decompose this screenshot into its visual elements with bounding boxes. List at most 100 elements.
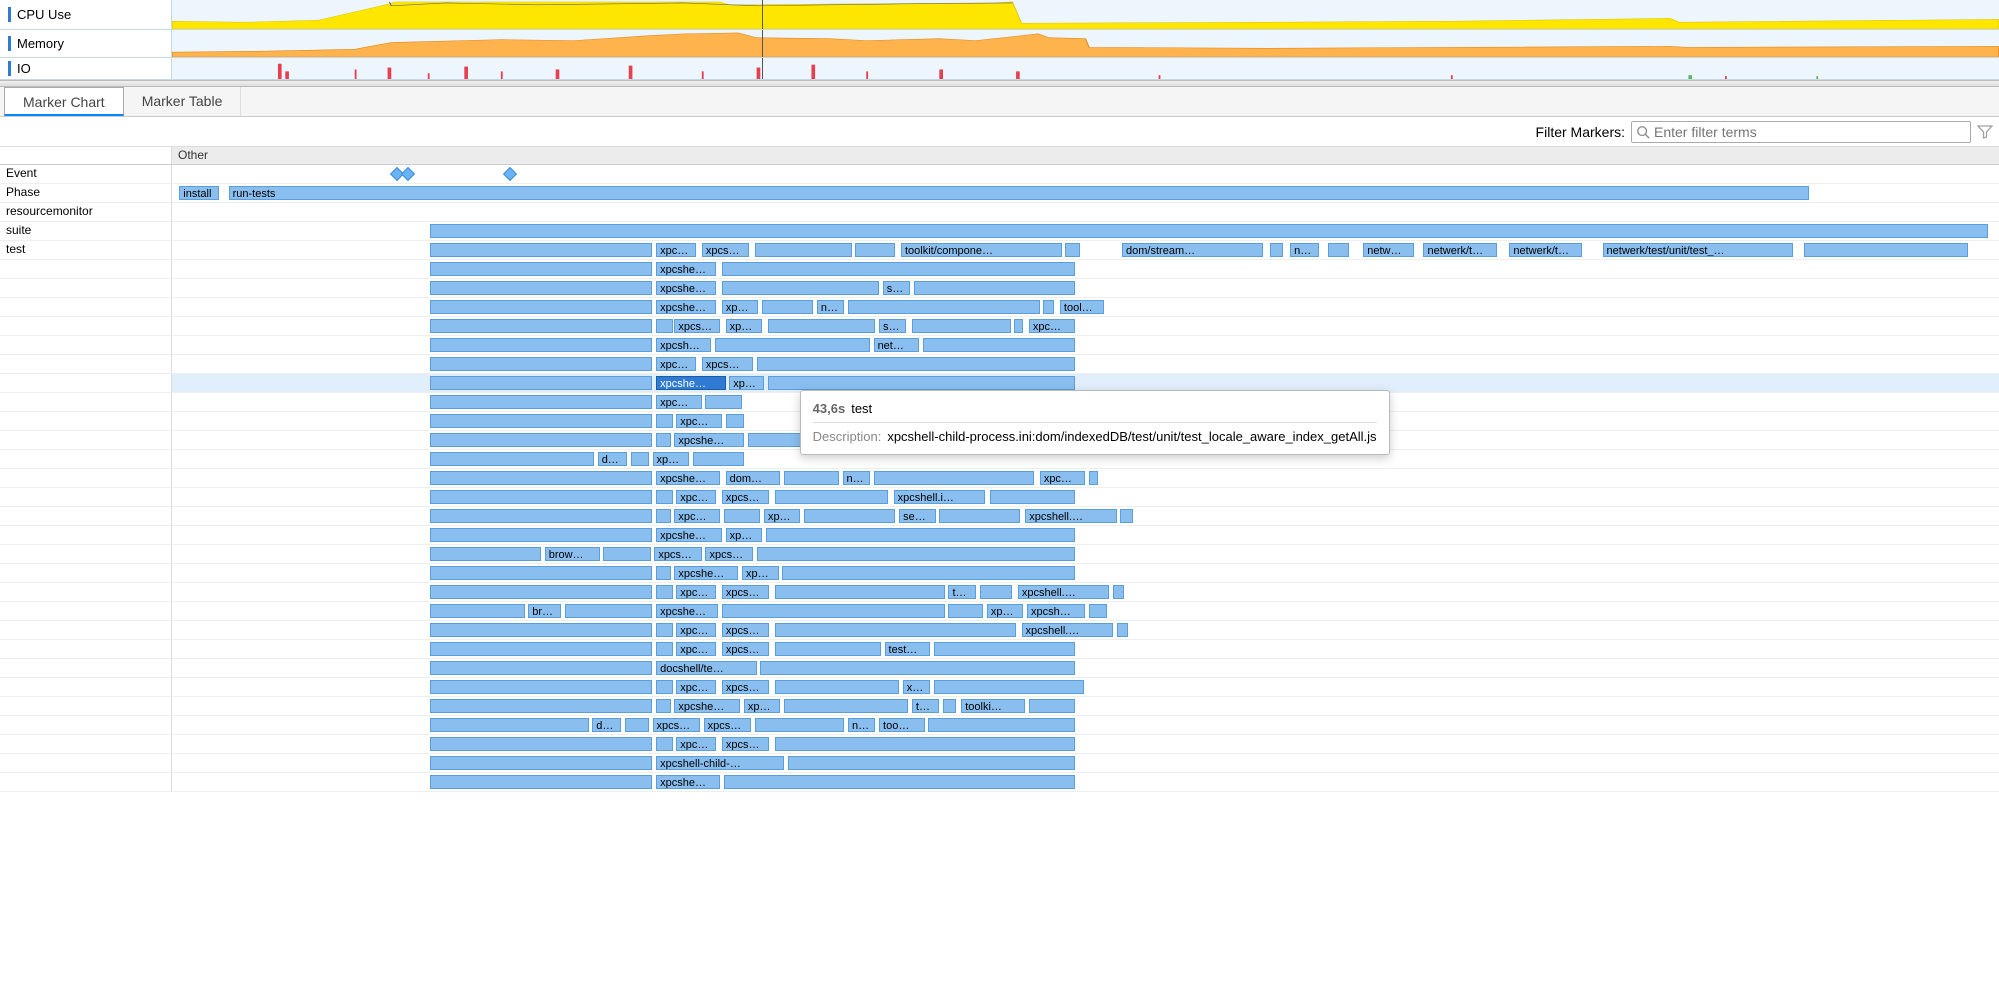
test-bar[interactable]: xp… [764, 509, 801, 523]
test-bar[interactable]: s… [883, 281, 910, 295]
test-bar[interactable]: xp… [742, 566, 779, 580]
test-bar[interactable] [656, 509, 671, 523]
test-bar[interactable] [784, 699, 908, 713]
test-bar[interactable]: x… [903, 680, 930, 694]
test-bar[interactable]: xpcsh… [1027, 604, 1085, 618]
test-bar[interactable] [775, 623, 1016, 637]
test-bar[interactable]: br… [528, 604, 561, 618]
test-bar[interactable] [768, 319, 876, 333]
test-bar[interactable] [430, 642, 653, 656]
test-bar[interactable]: xpcs… [653, 718, 701, 732]
test-bar[interactable]: xpcshe… [656, 281, 716, 295]
test-track[interactable]: xpc…xpcs…toolkit/compone…dom/stream…ne…n… [172, 241, 1999, 259]
test-bar[interactable]: xpc… [676, 585, 716, 599]
test-bar[interactable] [1089, 604, 1107, 618]
test-bar[interactable] [1043, 300, 1054, 314]
test-bar[interactable] [1270, 243, 1283, 257]
test-bar[interactable]: ne… [1290, 243, 1319, 257]
test-bar[interactable] [768, 376, 1075, 390]
filter-input[interactable] [1631, 121, 1971, 143]
test-bar[interactable] [430, 547, 541, 561]
test-bar[interactable] [656, 680, 672, 694]
test-bar[interactable] [1089, 471, 1098, 485]
test-bar[interactable] [430, 490, 653, 504]
test-bar[interactable] [430, 357, 653, 371]
test-bar[interactable] [724, 509, 761, 523]
test-bar[interactable] [603, 547, 651, 561]
test-bar[interactable]: xpcshe… [656, 604, 718, 618]
test-bar[interactable] [656, 490, 672, 504]
test-bar[interactable] [430, 604, 525, 618]
test-bar[interactable]: xpcshe… [656, 376, 725, 390]
test-track[interactable]: xpcshe… [172, 260, 1999, 278]
test-bar[interactable]: netwerk/t… [1509, 243, 1582, 257]
test-bar[interactable]: t… [948, 585, 975, 599]
test-bar[interactable] [430, 452, 594, 466]
test-bar[interactable] [430, 433, 653, 447]
test-bar[interactable] [656, 433, 671, 447]
test-bar[interactable]: brow… [545, 547, 600, 561]
test-bar[interactable] [948, 604, 983, 618]
test-bar[interactable]: xp… [653, 452, 690, 466]
test-bar[interactable] [430, 281, 653, 295]
test-track[interactable]: brow…xpcs…xpcs… [172, 545, 1999, 563]
test-bar[interactable] [656, 566, 671, 580]
test-bar[interactable] [990, 490, 1074, 504]
test-bar[interactable] [1029, 699, 1075, 713]
test-bar[interactable]: xpc… [656, 395, 702, 409]
test-track[interactable]: xpc…xpcs…xpcshell.… [172, 621, 1999, 639]
test-bar[interactable] [755, 243, 852, 257]
test-bar[interactable]: n… [843, 471, 870, 485]
test-bar[interactable]: xpcs… [722, 490, 770, 504]
test-bar[interactable]: xpcshell-child-… [656, 756, 784, 770]
test-bar[interactable]: xpcshell.i… [894, 490, 985, 504]
test-bar[interactable]: xpc… [656, 243, 696, 257]
test-bar[interactable] [656, 737, 672, 751]
test-track[interactable]: xpcshe…dom…n…xpc… [172, 469, 1999, 487]
test-track[interactable]: xpcshe…xp…t…toolki… [172, 697, 1999, 715]
test-track[interactable]: xpcshe… [172, 773, 1999, 791]
test-bar[interactable]: xpcs… [674, 319, 720, 333]
test-bar[interactable] [784, 471, 839, 485]
test-bar[interactable]: xpcs… [704, 718, 752, 732]
test-bar[interactable] [775, 642, 881, 656]
test-track[interactable]: br… xpcshe… xp…xpcsh… [172, 602, 1999, 620]
test-bar[interactable]: xpc… [676, 680, 716, 694]
test-bar[interactable] [705, 395, 742, 409]
event-track[interactable] [172, 165, 1999, 183]
test-bar[interactable] [430, 376, 653, 390]
test-bar[interactable] [430, 471, 653, 485]
test-bar[interactable]: xpcshe… [674, 433, 743, 447]
test-bar[interactable] [914, 281, 1075, 295]
test-bar[interactable]: xpcshell.… [1022, 623, 1113, 637]
test-bar[interactable]: xp… [987, 604, 1024, 618]
test-bar[interactable]: xpcs… [722, 585, 770, 599]
test-bar[interactable]: docshell/te… [656, 661, 756, 675]
test-bar[interactable] [928, 718, 1074, 732]
test-bar[interactable] [1328, 243, 1348, 257]
test-bar[interactable] [804, 509, 895, 523]
test-bar[interactable] [775, 680, 899, 694]
test-track[interactable]: xpc…xpcs…test… [172, 640, 1999, 658]
test-bar[interactable] [775, 585, 945, 599]
suite-track[interactable] [172, 222, 1999, 240]
test-bar[interactable] [656, 699, 671, 713]
test-bar[interactable] [656, 585, 672, 599]
test-bar[interactable] [693, 452, 744, 466]
test-bar[interactable] [848, 300, 1040, 314]
test-bar[interactable] [762, 300, 813, 314]
test-bar[interactable] [755, 718, 845, 732]
test-bar[interactable] [766, 528, 1075, 542]
test-bar[interactable] [430, 699, 653, 713]
test-bar[interactable] [1117, 623, 1128, 637]
phase-bar[interactable]: run-tests [229, 186, 1809, 200]
test-bar[interactable] [430, 262, 653, 276]
test-bar[interactable]: xpcs… [702, 357, 753, 371]
test-bar[interactable] [430, 395, 653, 409]
test-bar[interactable]: xpcshell.… [1025, 509, 1116, 523]
test-bar[interactable]: dom… [726, 471, 781, 485]
test-bar[interactable]: xpcshe… [656, 775, 720, 789]
test-bar[interactable]: xpc… [676, 642, 716, 656]
test-bar[interactable]: xpcs… [702, 243, 750, 257]
test-track[interactable]: xpcshell-child-… [172, 754, 1999, 772]
